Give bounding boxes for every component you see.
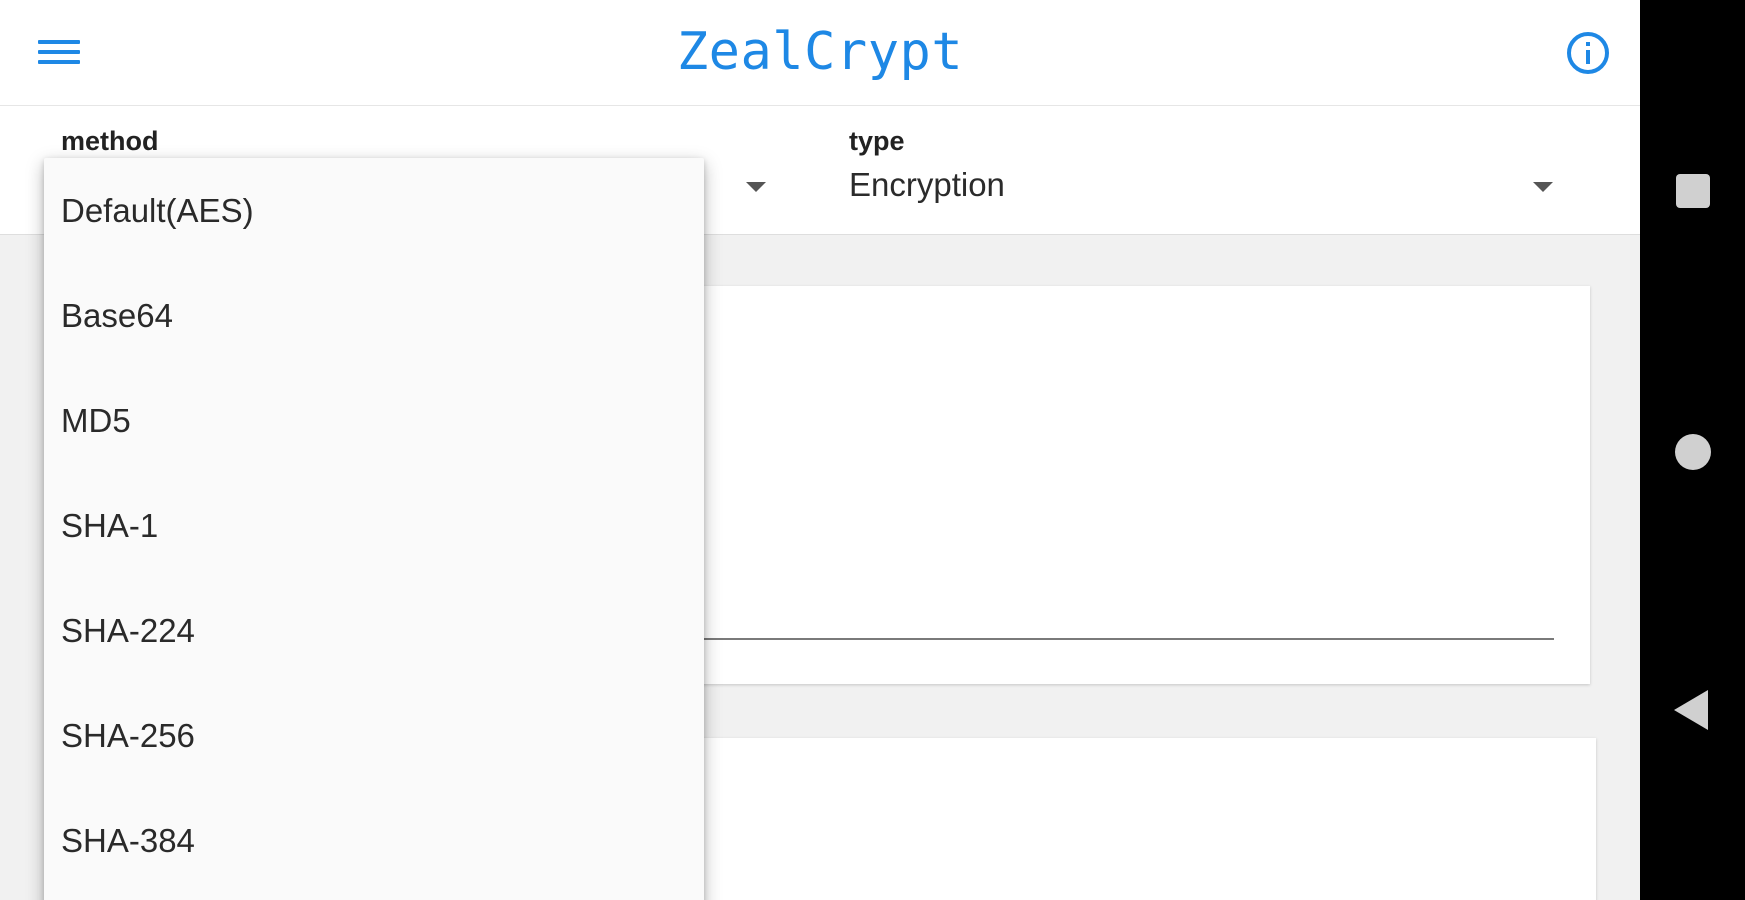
app-title: ZealCrypt <box>676 22 964 82</box>
method-option-base64[interactable]: Base64 <box>44 263 704 368</box>
home-circle-icon[interactable] <box>1675 434 1711 470</box>
app-bar: ZealCrypt <box>0 0 1640 106</box>
app-screen: ZealCrypt method type Encryption 13728 D… <box>0 0 1640 900</box>
type-value: Encryption <box>849 166 1005 203</box>
back-triangle-icon[interactable] <box>1674 690 1708 730</box>
info-button[interactable] <box>1566 31 1610 75</box>
method-option-sha-384[interactable]: SHA-384 <box>44 788 704 893</box>
info-icon <box>1567 32 1609 74</box>
method-option-md5[interactable]: MD5 <box>44 368 704 473</box>
method-option-default-aes[interactable]: Default(AES) <box>44 158 704 263</box>
recents-square-icon[interactable] <box>1676 174 1710 208</box>
method-option-sha-224[interactable]: SHA-224 <box>44 578 704 683</box>
method-dropdown-arrow-icon <box>746 182 766 192</box>
type-dropdown-arrow-icon <box>1533 182 1553 192</box>
method-option-sha-1[interactable]: SHA-1 <box>44 473 704 578</box>
method-dropdown-menu: Default(AES) Base64 MD5 SHA-1 SHA-224 SH… <box>44 158 704 900</box>
method-option-sha-256[interactable]: SHA-256 <box>44 683 704 788</box>
